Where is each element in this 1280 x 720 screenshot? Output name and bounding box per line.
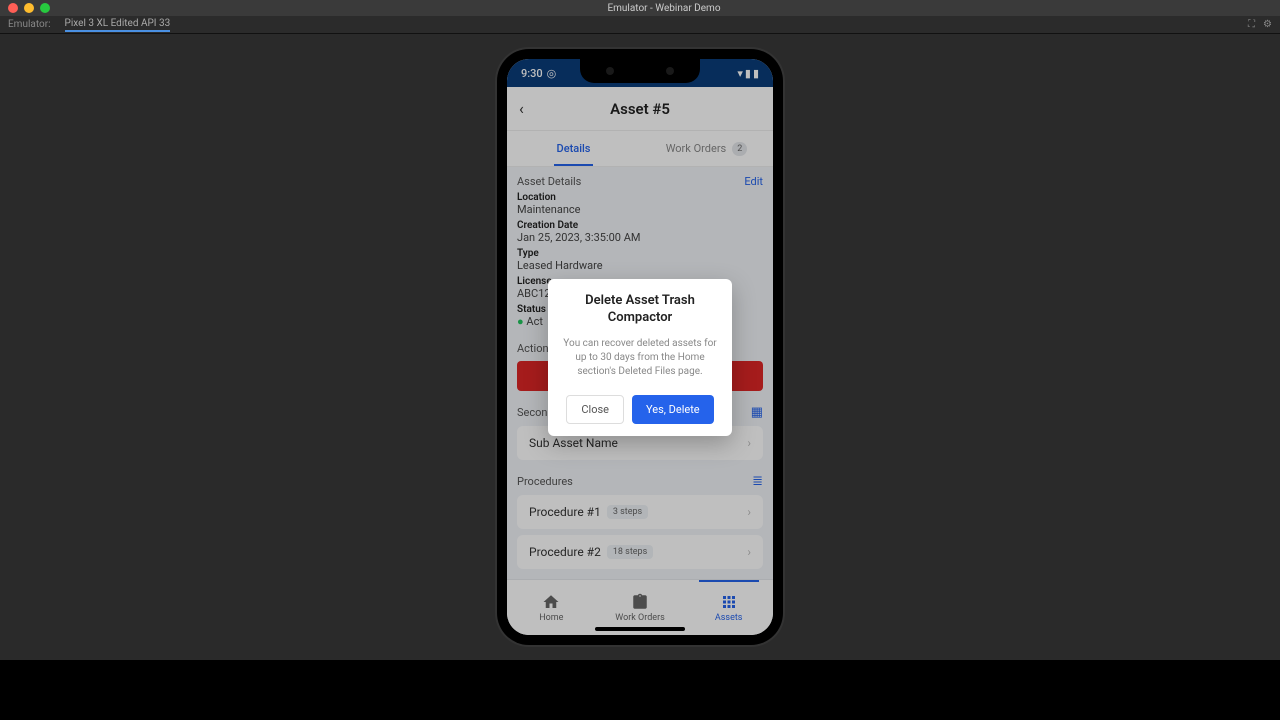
emulator-toolbar: Emulator: Pixel 3 XL Edited API 33 ⛶ ⚙ (0, 16, 1280, 34)
dialog-title: Delete Asset Trash Compactor (560, 293, 720, 327)
workspace: 9:30 ◎ ▾ ▮ ▮ ‹ Asset #5 Details Work Ord (0, 34, 1280, 660)
device-tab[interactable]: Pixel 3 XL Edited API 33 (65, 18, 171, 32)
phone-screen: 9:30 ◎ ▾ ▮ ▮ ‹ Asset #5 Details Work Ord (507, 59, 773, 635)
window-minimize-dot[interactable] (24, 3, 34, 13)
phone-frame: 9:30 ◎ ▾ ▮ ▮ ‹ Asset #5 Details Work Ord (497, 49, 783, 645)
window-zoom-dot[interactable] (40, 3, 50, 13)
dialog-body: You can recover deleted assets for up to… (560, 337, 720, 379)
delete-confirmation-dialog: Delete Asset Trash Compactor You can rec… (548, 279, 732, 436)
dialog-confirm-label: Yes, Delete (646, 403, 700, 416)
settings-icon[interactable]: ⚙ (1263, 19, 1272, 30)
window-titlebar: Emulator - Webinar Demo (0, 0, 1280, 16)
desktop-dock-area (0, 660, 1280, 720)
window-close-dot[interactable] (8, 3, 18, 13)
window-title: Emulator - Webinar Demo (56, 3, 1272, 14)
dialog-close-button[interactable]: Close (566, 395, 624, 424)
dialog-confirm-button[interactable]: Yes, Delete (632, 395, 714, 424)
toolbar-label: Emulator: (8, 19, 51, 30)
expand-icon[interactable]: ⛶ (1248, 19, 1255, 30)
